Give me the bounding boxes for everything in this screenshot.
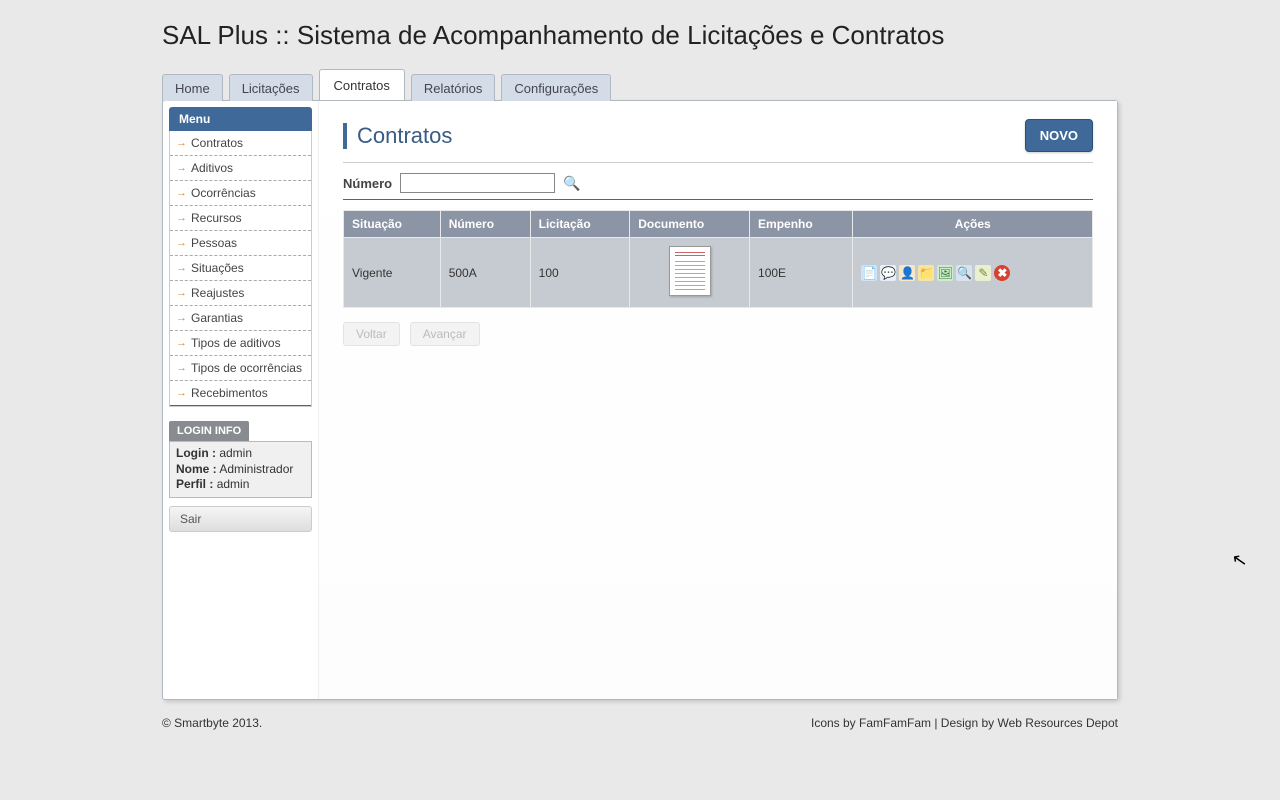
sidebar-item-garantias[interactable]: → Garantias — [170, 306, 311, 331]
pager-prev-button[interactable]: Voltar — [343, 322, 400, 346]
folder-icon[interactable]: 📁 — [918, 265, 934, 281]
sidebar-item-contratos[interactable]: → Contratos — [170, 131, 311, 156]
pager: Voltar Avançar — [343, 322, 1093, 346]
login-info-header: LOGIN INFO — [169, 421, 249, 441]
search-divider — [343, 199, 1093, 200]
sidebar-menu-header: Menu — [169, 107, 312, 131]
cell: 100 — [530, 238, 630, 308]
col-empenho: Empenho — [750, 211, 853, 238]
contracts-table: SituaçãoNúmeroLicitaçãoDocumentoEmpenhoA… — [343, 210, 1093, 308]
tab-configuracoes[interactable]: Configurações — [501, 74, 611, 101]
sidebar: Menu → Contratos → Aditivos → Ocorrências → Rec… — [163, 101, 318, 699]
perfil-label: Perfil : — [176, 477, 213, 491]
action-icons: 📄💬👤📁🖼🔍✎✖ — [861, 265, 1084, 281]
search-row: Número 🔍 — [343, 173, 1093, 193]
cell: 500A — [440, 238, 530, 308]
document-thumbnail-icon[interactable] — [669, 246, 711, 296]
sidebar-item-label: Tipos de ocorrências — [191, 361, 302, 375]
sidebar-item-label: Recebimentos — [191, 386, 268, 400]
sidebar-item-label: Recursos — [191, 211, 242, 225]
footer: © Smartbyte 2013. Icons by FamFamFam | D… — [162, 710, 1118, 730]
edit-icon[interactable]: ✎ — [975, 265, 991, 281]
arrow-icon: → — [176, 387, 187, 399]
nome-value: Administrador — [219, 462, 293, 476]
sidebar-item-label: Pessoas — [191, 236, 237, 250]
arrow-icon: → — [176, 362, 187, 374]
image-icon[interactable]: 🖼 — [937, 265, 953, 281]
document-icon[interactable]: 📄 — [861, 265, 877, 281]
sidebar-item-situacoes[interactable]: → Situações — [170, 256, 311, 281]
tab-home[interactable]: Home — [162, 74, 223, 101]
arrow-icon: → — [176, 137, 187, 149]
login-info-box: LOGIN INFO Login : admin Nome : Administ… — [169, 421, 312, 498]
cell-documento — [630, 238, 750, 308]
table-row: Vigente500A100 100E 📄💬👤📁🖼🔍✎✖ — [344, 238, 1093, 308]
search-input[interactable] — [400, 173, 555, 193]
footer-right: Icons by FamFamFam | Design by Web Resou… — [811, 716, 1118, 730]
perfil-value: admin — [217, 477, 250, 491]
arrow-icon: → — [176, 187, 187, 199]
tab-bar: HomeLicitaçõesContratosRelatóriosConfigu… — [162, 69, 1280, 100]
sidebar-item-label: Ocorrências — [191, 186, 256, 200]
pager-next-button[interactable]: Avançar — [410, 322, 480, 346]
sidebar-item-label: Tipos de aditivos — [191, 336, 281, 350]
sidebar-item-recebimentos[interactable]: → Recebimentos — [170, 381, 311, 406]
arrow-icon: → — [176, 162, 187, 174]
comment-icon[interactable]: 💬 — [880, 265, 896, 281]
sidebar-item-label: Garantias — [191, 311, 243, 325]
arrow-icon: → — [176, 312, 187, 324]
cell: Vigente — [344, 238, 441, 308]
sidebar-item-recursos[interactable]: → Recursos — [170, 206, 311, 231]
sidebar-item-label: Aditivos — [191, 161, 233, 175]
login-label: Login : — [176, 446, 216, 460]
login-info-body: Login : admin Nome : Administrador Perfi… — [169, 441, 312, 498]
col-licitacao: Licitação — [530, 211, 630, 238]
sidebar-item-ocorrencias[interactable]: → Ocorrências — [170, 181, 311, 206]
user-icon[interactable]: 👤 — [899, 265, 915, 281]
footer-left: © Smartbyte 2013. — [162, 716, 262, 730]
tab-licitacoes[interactable]: Licitações — [229, 74, 313, 101]
cell-acoes: 📄💬👤📁🖼🔍✎✖ — [853, 238, 1093, 308]
col-situacao: Situação — [344, 211, 441, 238]
app-title: SAL Plus :: Sistema de Acompanhamento de… — [162, 20, 1280, 51]
sidebar-item-tiposdeaditivos[interactable]: → Tipos de aditivos — [170, 331, 311, 356]
sidebar-item-label: Reajustes — [191, 286, 244, 300]
delete-icon[interactable]: ✖ — [994, 265, 1010, 281]
sidebar-item-aditivos[interactable]: → Aditivos — [170, 156, 311, 181]
arrow-icon: → — [176, 237, 187, 249]
sidebar-item-label: Situações — [191, 261, 244, 275]
col-numero: Número — [440, 211, 530, 238]
sidebar-item-reajustes[interactable]: → Reajustes — [170, 281, 311, 306]
page-title: Contratos — [343, 123, 452, 149]
logout-button[interactable]: Sair — [169, 506, 312, 532]
login-value: admin — [219, 446, 252, 460]
arrow-icon: → — [176, 337, 187, 349]
new-button[interactable]: NOVO — [1025, 119, 1093, 152]
search-icon[interactable]: 🔍 — [563, 175, 580, 192]
search-label: Número — [343, 176, 392, 191]
sidebar-menu-list: → Contratos → Aditivos → Ocorrências → Recursos… — [169, 131, 312, 407]
sidebar-item-pessoas[interactable]: → Pessoas — [170, 231, 311, 256]
arrow-icon: → — [176, 287, 187, 299]
sidebar-item-tiposdeocorrencias[interactable]: → Tipos de ocorrências — [170, 356, 311, 381]
arrow-icon: → — [176, 212, 187, 224]
sidebar-item-label: Contratos — [191, 136, 243, 150]
tab-relatorios[interactable]: Relatórios — [411, 74, 496, 101]
col-documento: Documento — [630, 211, 750, 238]
cell: 100E — [750, 238, 853, 308]
col-acoes: Ações — [853, 211, 1093, 238]
main-panel: Contratos NOVO Número 🔍 SituaçãoNúmeroLi… — [318, 101, 1117, 699]
tab-contratos[interactable]: Contratos — [319, 69, 405, 100]
search-icon[interactable]: 🔍 — [956, 265, 972, 281]
nome-label: Nome : — [176, 462, 217, 476]
arrow-icon: → — [176, 262, 187, 274]
